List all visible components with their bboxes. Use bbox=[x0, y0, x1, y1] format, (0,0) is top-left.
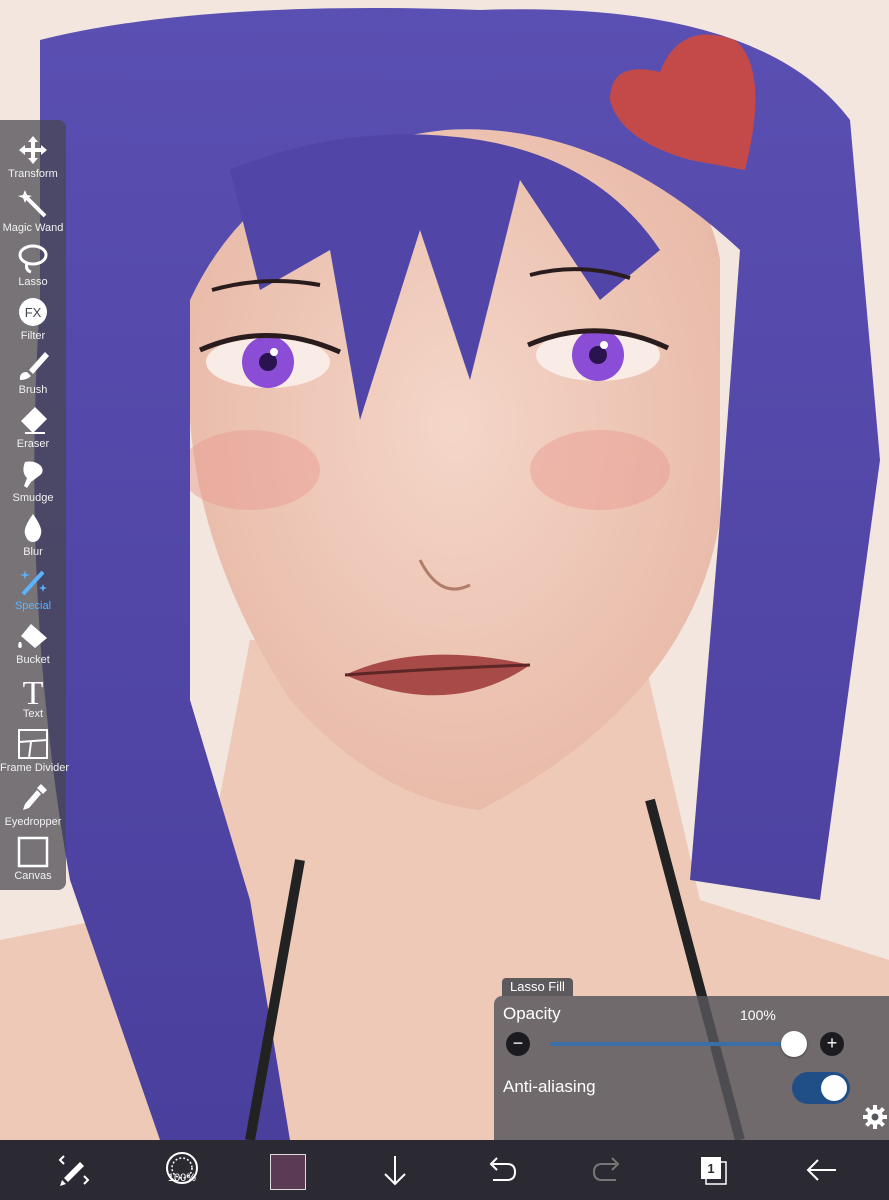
opacity-value: 100% bbox=[740, 1007, 776, 1023]
tool-label: Filter bbox=[20, 330, 46, 342]
canvas-icon bbox=[17, 836, 49, 868]
back-arrow-icon[interactable] bbox=[792, 1140, 852, 1200]
tool-filter[interactable]: FX Filter bbox=[0, 290, 66, 344]
opacity-label: Opacity bbox=[503, 1004, 561, 1023]
opacity-increase-button[interactable]: + bbox=[820, 1032, 844, 1056]
arrow-down-icon[interactable] bbox=[365, 1140, 425, 1200]
bottom-toolbar: 100% 1 bbox=[0, 1140, 889, 1200]
color-swatch[interactable] bbox=[270, 1154, 306, 1190]
tool-label: Frame Divider bbox=[0, 762, 70, 774]
tool-eraser[interactable]: Eraser bbox=[0, 398, 66, 452]
undo-icon[interactable] bbox=[471, 1140, 531, 1200]
move-arrows-icon bbox=[19, 136, 47, 164]
tool-label: Blur bbox=[23, 546, 43, 558]
redo-icon[interactable] bbox=[578, 1140, 638, 1200]
opacity-decrease-button[interactable]: − bbox=[506, 1032, 530, 1056]
tool-label: Smudge bbox=[12, 492, 54, 504]
tool-transform[interactable]: Transform bbox=[0, 128, 66, 182]
brush-icon bbox=[19, 352, 49, 380]
svg-text:T: T bbox=[23, 675, 44, 706]
brush-size-button[interactable]: 100% bbox=[162, 1150, 202, 1190]
layers-icon: 1 bbox=[701, 1157, 727, 1185]
tool-smudge[interactable]: Smudge bbox=[0, 452, 66, 506]
antialiasing-toggle[interactable] bbox=[792, 1072, 850, 1104]
tool-label: Magic Wand bbox=[2, 222, 64, 234]
tool-panel: Transform Magic Wand Lasso FX Filter Bru… bbox=[0, 120, 70, 890]
lasso-fill-tab[interactable]: Lasso Fill bbox=[502, 978, 573, 996]
tool-label: Transform bbox=[8, 168, 58, 180]
smudge-icon bbox=[23, 461, 43, 488]
fx-icon: FX bbox=[19, 298, 47, 326]
tool-special[interactable]: Special bbox=[0, 560, 66, 614]
magic-wand-icon bbox=[18, 190, 47, 218]
tool-eyedropper[interactable]: Eyedropper bbox=[0, 776, 66, 830]
tool-label: Text bbox=[22, 708, 44, 720]
tool-label: Lasso bbox=[18, 276, 48, 288]
eyedropper-icon bbox=[23, 784, 47, 810]
tool-label: Bucket bbox=[16, 654, 50, 666]
tool-frame-divider[interactable]: Frame Divider bbox=[0, 722, 70, 776]
gear-icon[interactable] bbox=[862, 1104, 888, 1130]
antialiasing-label: Anti-aliasing bbox=[503, 1077, 596, 1096]
tool-label: Brush bbox=[18, 384, 48, 396]
tool-label: Eyedropper bbox=[4, 816, 62, 828]
tool-label: Canvas bbox=[14, 870, 52, 882]
layers-button[interactable]: 1 bbox=[700, 1156, 728, 1186]
text-icon: T bbox=[23, 675, 44, 706]
eraser-icon bbox=[21, 407, 47, 434]
brush-size-value: 100% bbox=[167, 1172, 197, 1184]
sparkle-wand-icon bbox=[20, 570, 47, 596]
tool-bucket[interactable]: Bucket bbox=[0, 614, 66, 668]
lasso-fill-panel: Opacity 100% − + Anti-aliasing bbox=[494, 996, 889, 1140]
tool-lasso[interactable]: Lasso bbox=[0, 236, 66, 290]
tool-label: Special bbox=[14, 600, 52, 612]
tool-blur[interactable]: Blur bbox=[0, 506, 66, 560]
opacity-slider-thumb[interactable] bbox=[781, 1031, 807, 1057]
lasso-icon bbox=[18, 244, 48, 274]
droplet-icon bbox=[24, 514, 42, 542]
tool-canvas[interactable]: Canvas bbox=[0, 830, 66, 884]
brush-size-icon bbox=[166, 1152, 198, 1184]
brush-swap-icon[interactable] bbox=[44, 1140, 104, 1200]
toggle-knob bbox=[821, 1075, 847, 1101]
tool-text[interactable]: T Text bbox=[0, 668, 66, 722]
bucket-icon bbox=[18, 624, 47, 648]
tool-label: Eraser bbox=[16, 438, 50, 450]
opacity-slider[interactable] bbox=[550, 1042, 794, 1046]
svg-text:FX: FX bbox=[25, 305, 42, 320]
frame-divider-icon bbox=[18, 729, 48, 759]
svg-text:1: 1 bbox=[707, 1161, 714, 1176]
tool-brush[interactable]: Brush bbox=[0, 344, 66, 398]
tool-magic-wand[interactable]: Magic Wand bbox=[0, 182, 66, 236]
